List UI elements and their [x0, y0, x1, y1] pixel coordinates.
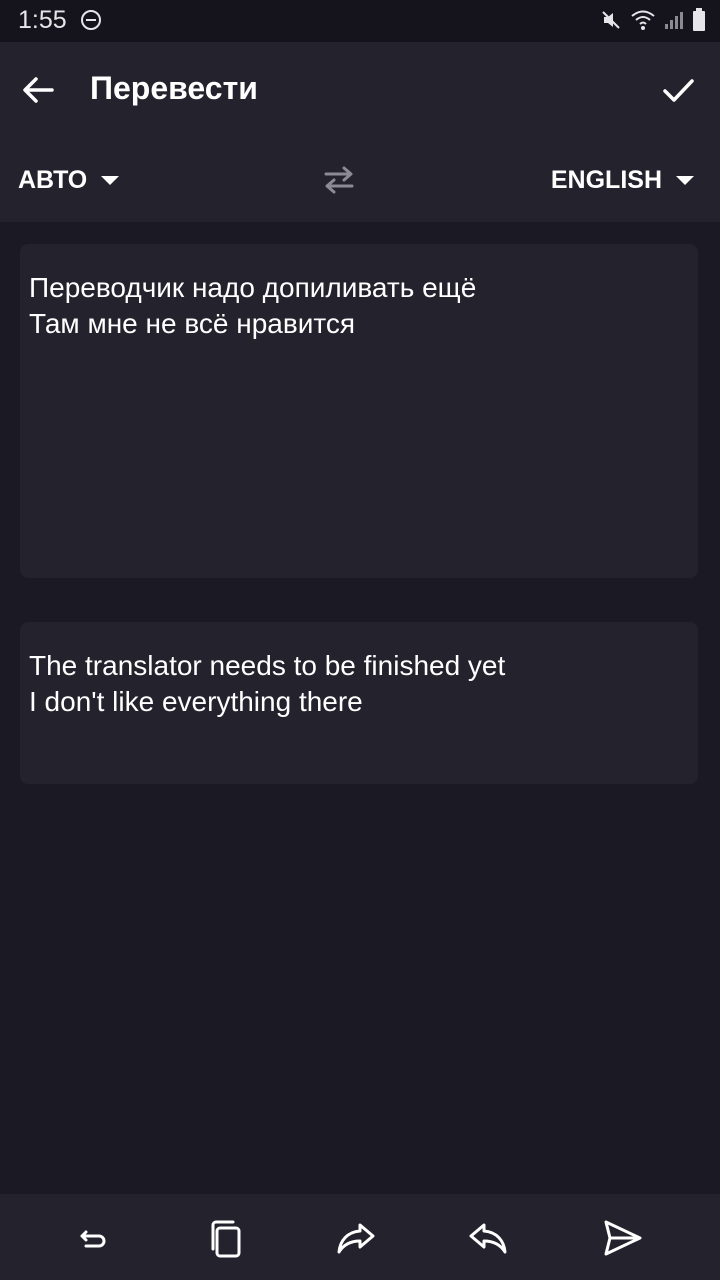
bottom-action-bar — [0, 1194, 720, 1280]
reply-button[interactable] — [466, 1216, 510, 1260]
caret-down-icon — [101, 175, 120, 185]
back-button[interactable] — [18, 70, 58, 110]
status-bar: 1:55 — [0, 0, 720, 42]
undo-button[interactable] — [72, 1216, 116, 1260]
translation-result[interactable]: The translator needs to be finished yet … — [20, 622, 698, 784]
language-bar: АВТО ENGLISH — [0, 138, 720, 222]
target-language-dropdown[interactable]: ENGLISH — [551, 166, 694, 195]
status-icons — [600, 8, 706, 37]
source-text-field[interactable]: Переводчик надо допиливать ещё Там мне н… — [20, 244, 698, 578]
send-icon — [604, 1220, 642, 1256]
forward-icon — [337, 1223, 375, 1254]
source-language-dropdown[interactable]: АВТО — [18, 166, 120, 195]
signal-icon — [664, 9, 684, 36]
confirm-button[interactable] — [658, 70, 698, 110]
source-text: Переводчик надо допиливать ещё Там мне н… — [29, 272, 477, 339]
swap-arrows-icon — [324, 166, 354, 194]
swap-languages-button[interactable] — [320, 164, 358, 196]
status-time: 1:55 — [18, 6, 67, 34]
page-title: Перевести — [90, 70, 258, 106]
caret-down-icon — [676, 175, 694, 185]
reply-icon — [469, 1223, 507, 1254]
mute-icon — [600, 9, 622, 36]
copy-button[interactable] — [204, 1216, 248, 1260]
send-button[interactable] — [600, 1216, 644, 1260]
do-not-disturb-icon — [80, 9, 102, 36]
translated-text: The translator needs to be finished yet … — [29, 650, 506, 717]
target-language-label: ENGLISH — [550, 166, 662, 194]
wifi-icon — [630, 9, 656, 36]
copy-icon — [211, 1220, 241, 1258]
app-bar: Перевести — [0, 42, 720, 138]
arrow-left-icon — [23, 77, 54, 103]
undo-icon — [80, 1230, 106, 1248]
forward-button[interactable] — [334, 1216, 378, 1260]
battery-icon — [692, 8, 706, 37]
check-icon — [663, 79, 694, 102]
source-language-label: АВТО — [18, 166, 88, 194]
